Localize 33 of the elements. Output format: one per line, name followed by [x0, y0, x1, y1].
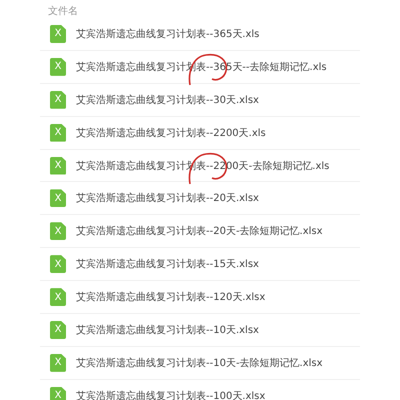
file-name: 艾宾浩斯遗忘曲线复习计划表--30天.xlsx [76, 94, 259, 107]
file-name: 艾宾浩斯遗忘曲线复习计划表--120天.xlsx [76, 290, 266, 304]
file-name: 艾宾浩斯遗忘曲线复习计划表--365天.xls [76, 28, 260, 41]
file-name: 艾宾浩斯遗忘曲线复习计划表--100天.xlsx [76, 390, 266, 400]
file-row[interactable]: X 艾宾浩斯遗忘曲线复习计划表--20天-去除短期记忆.xlsx [40, 215, 360, 248]
file-row[interactable]: X 艾宾浩斯遗忘曲线复习计划表--30天.xlsx [40, 84, 360, 117]
file-name: 艾宾浩斯遗忘曲线复习计划表--10天-去除短期记忆.xlsx [76, 356, 323, 370]
file-row[interactable]: X 艾宾浩斯遗忘曲线复习计划表--365天.xls [40, 18, 360, 51]
file-row[interactable]: X 艾宾浩斯遗忘曲线复习计划表--2200天.xls [40, 116, 360, 150]
spreadsheet-icon: X [50, 354, 66, 372]
spreadsheet-icon: X [50, 255, 66, 274]
spreadsheet-icon: X [50, 90, 66, 109]
file-name: 艾宾浩斯遗忘曲线复习计划表--20天.xlsx [76, 192, 259, 206]
spreadsheet-icon: X [50, 288, 66, 306]
column-header: 文件名 [48, 6, 78, 17]
spreadsheet-icon: X [50, 156, 66, 174]
file-row[interactable]: X 艾宾浩斯遗忘曲线复习计划表--10天-去除短期记忆.xlsx [40, 346, 360, 380]
file-name: 艾宾浩斯遗忘曲线复习计划表--20天-去除短期记忆.xlsx [76, 224, 323, 238]
spreadsheet-icon: X [50, 222, 66, 240]
spreadsheet-icon: X [50, 58, 66, 76]
spreadsheet-icon: X [50, 320, 66, 339]
spreadsheet-icon: X [50, 124, 66, 142]
file-row[interactable]: X 艾宾浩斯遗忘曲线复习计划表--120天.xlsx [40, 281, 360, 314]
file-row[interactable]: X 艾宾浩斯遗忘曲线复习计划表--15天.xlsx [40, 248, 360, 282]
file-name: 艾宾浩斯遗忘曲线复习计划表--2200天.xls [76, 126, 266, 140]
spreadsheet-icon: X [50, 189, 66, 208]
file-row[interactable]: X 艾宾浩斯遗忘曲线复习计划表--100天.xlsx [40, 380, 360, 400]
spreadsheet-icon: X [50, 386, 66, 400]
spreadsheet-icon: X [50, 24, 66, 43]
file-name: 艾宾浩斯遗忘曲线复习计划表--15天.xlsx [76, 258, 259, 272]
file-name: 艾宾浩斯遗忘曲线复习计划表--10天.xlsx [76, 324, 259, 337]
file-row[interactable]: X 艾宾浩斯遗忘曲线复习计划表--10天.xlsx [40, 314, 360, 347]
file-row[interactable]: X 艾宾浩斯遗忘曲线复习计划表--20天.xlsx [40, 182, 360, 216]
